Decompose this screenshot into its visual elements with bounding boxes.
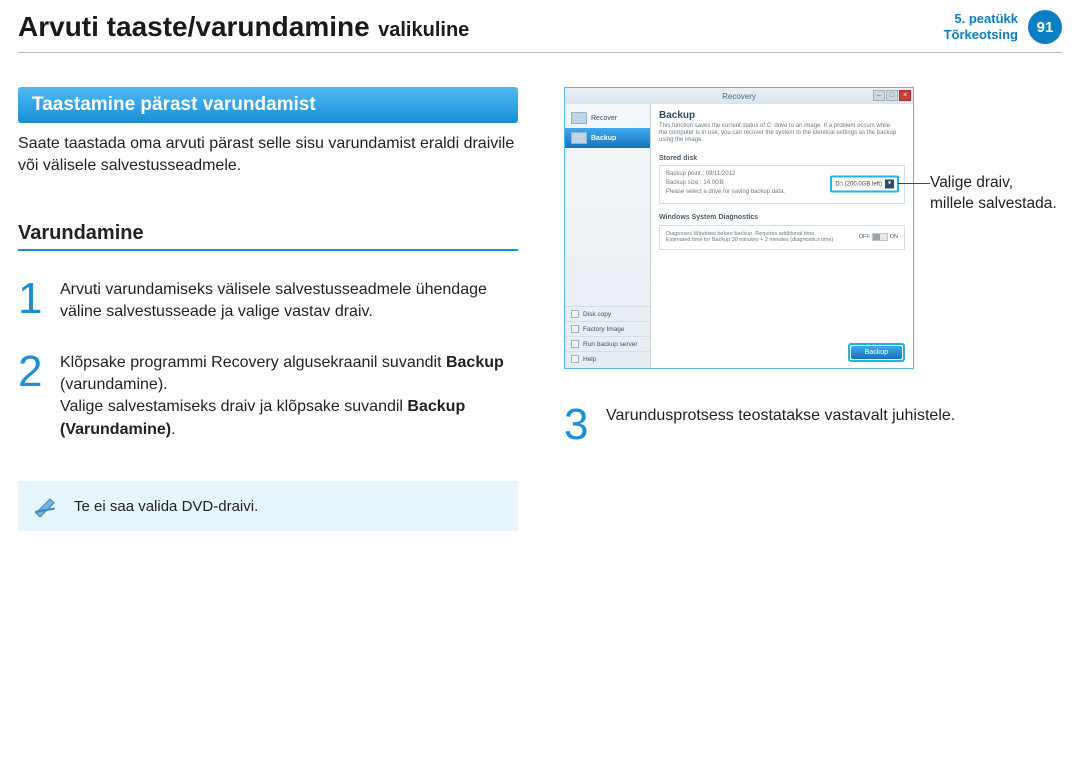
square-icon — [571, 355, 579, 363]
diag-line1: Diagnoses Windows before backup. Require… — [666, 231, 833, 238]
sidebar-link-runbackup[interactable]: Run backup server — [565, 336, 650, 351]
step2-line1c: (varundamine). — [60, 376, 168, 393]
minimize-button[interactable]: – — [873, 90, 885, 101]
drive-value: D:\ (200.0GB left) — [835, 181, 882, 187]
stored-disk-panel: Backup point : 09/11/2012 Backup size : … — [659, 165, 905, 204]
step-number: 3 — [564, 405, 592, 445]
window-controls: – □ × — [873, 90, 911, 101]
sidebar-label: Backup — [591, 135, 616, 142]
recover-icon — [571, 112, 587, 124]
note-text: Te ei saa valida DVD-draivi. — [74, 498, 258, 515]
window-title: Recovery — [722, 92, 756, 101]
backup-button-highlight: Backup — [848, 343, 905, 362]
chapter-label: 5. peatükk Tõrkeotsing — [944, 11, 1018, 44]
maximize-button[interactable]: □ — [886, 90, 898, 101]
step-text: Klõpsake programmi Recovery algusekraani… — [60, 352, 528, 442]
step-number: 1 — [18, 279, 46, 319]
chapter-line2: Tõrkeotsing — [944, 27, 1018, 43]
step-3: 3 Varundusprotsess teostatakse vastavalt… — [564, 405, 1062, 445]
callout-connector — [897, 183, 930, 184]
close-button[interactable]: × — [899, 90, 911, 101]
sidebar-item-backup[interactable]: Backup — [565, 128, 650, 148]
sidebar-link-label: Run backup server — [583, 341, 638, 348]
sidebar-link-help[interactable]: Help — [565, 351, 650, 366]
main-description: This function saves the current status o… — [659, 123, 897, 145]
page-title: Arvuti taaste/varundamine — [18, 11, 370, 42]
window-titlebar: Recovery – □ × — [565, 88, 913, 104]
step-text: Arvuti varundamiseks välisele salvestuss… — [60, 279, 528, 324]
note-box: Te ei saa valida DVD-draivi. — [18, 481, 518, 531]
page-header: Arvuti taaste/varundamine valikuline 5. … — [0, 0, 1080, 52]
step-2: 2 Klõpsake programmi Recovery algusekraa… — [18, 352, 528, 442]
sidebar-link-label: Help — [583, 356, 596, 363]
diag-line2: Estimated time for Backup 30 minutes + 2… — [666, 237, 833, 244]
main-title: Backup — [659, 110, 905, 121]
header-right: 5. peatükk Tõrkeotsing 91 — [944, 10, 1062, 44]
diagnostics-label: Windows System Diagnostics — [659, 214, 905, 221]
step-text: Varundusprotsess teostatakse vastavalt j… — [606, 405, 955, 427]
diagnostics-panel: Diagnoses Windows before backup. Require… — [659, 225, 905, 250]
diagnostics-toggle[interactable]: OFF ON — [859, 233, 898, 241]
callout-text: Valige draiv, millele salvestada. — [930, 173, 1060, 215]
chapter-line1: 5. peatükk — [944, 11, 1018, 27]
diagnostics-text: Diagnoses Windows before backup. Require… — [666, 231, 833, 244]
main-panel: Backup This function saves the current s… — [651, 104, 913, 368]
page-title-group: Arvuti taaste/varundamine valikuline — [18, 11, 469, 43]
note-icon — [34, 495, 60, 517]
toggle-off-label: OFF — [859, 234, 870, 240]
toggle-switch-icon — [872, 233, 888, 241]
square-icon — [571, 340, 579, 348]
step-1: 1 Arvuti varundamiseks välisele salvestu… — [18, 279, 528, 324]
square-icon — [571, 310, 579, 318]
stored-disk-label: Stored disk — [659, 155, 905, 162]
sidebar-link-factory[interactable]: Factory Image — [565, 321, 650, 336]
sidebar-bottom: Disk copy Factory Image Run backup serve… — [565, 304, 650, 368]
page-subtitle: valikuline — [378, 19, 469, 41]
sidebar: Recover Backup Disk copy Factory Image R… — [565, 104, 651, 368]
step-number: 2 — [18, 352, 46, 392]
chevron-down-icon: ▾ — [885, 180, 894, 189]
step2-bold1: Backup — [446, 354, 504, 371]
sidebar-link-diskcopy[interactable]: Disk copy — [565, 306, 650, 321]
window-body: Recover Backup Disk copy Factory Image R… — [565, 104, 913, 368]
right-column: Recovery – □ × Recover — [564, 87, 1062, 531]
step2-line2c: . — [171, 421, 175, 438]
left-column: Taastamine pärast varundamist Saate taas… — [18, 87, 528, 531]
backup-icon — [571, 132, 587, 144]
content-area: Taastamine pärast varundamist Saate taas… — [0, 53, 1080, 531]
sidebar-item-recover[interactable]: Recover — [565, 108, 650, 128]
section-intro: Saate taastada oma arvuti pärast selle s… — [18, 133, 528, 178]
sidebar-link-label: Disk copy — [583, 311, 611, 318]
drive-select-dropdown[interactable]: D:\ (200.0GB left) ▾ — [830, 176, 899, 193]
step2-line1a: Klõpsake programmi Recovery algusekraani… — [60, 354, 446, 371]
step2-line2a: Valige salvestamiseks draiv ja klõpsake … — [60, 398, 407, 415]
page-number-badge: 91 — [1028, 10, 1062, 44]
backup-button[interactable]: Backup — [851, 346, 902, 359]
square-icon — [571, 325, 579, 333]
subheading: Varundamine — [18, 222, 518, 251]
section-banner: Taastamine pärast varundamist — [18, 87, 518, 123]
toggle-on-label: ON — [890, 234, 898, 240]
sidebar-label: Recover — [591, 115, 617, 122]
recovery-window: Recovery – □ × Recover — [564, 87, 914, 369]
sidebar-link-label: Factory Image — [583, 326, 625, 333]
